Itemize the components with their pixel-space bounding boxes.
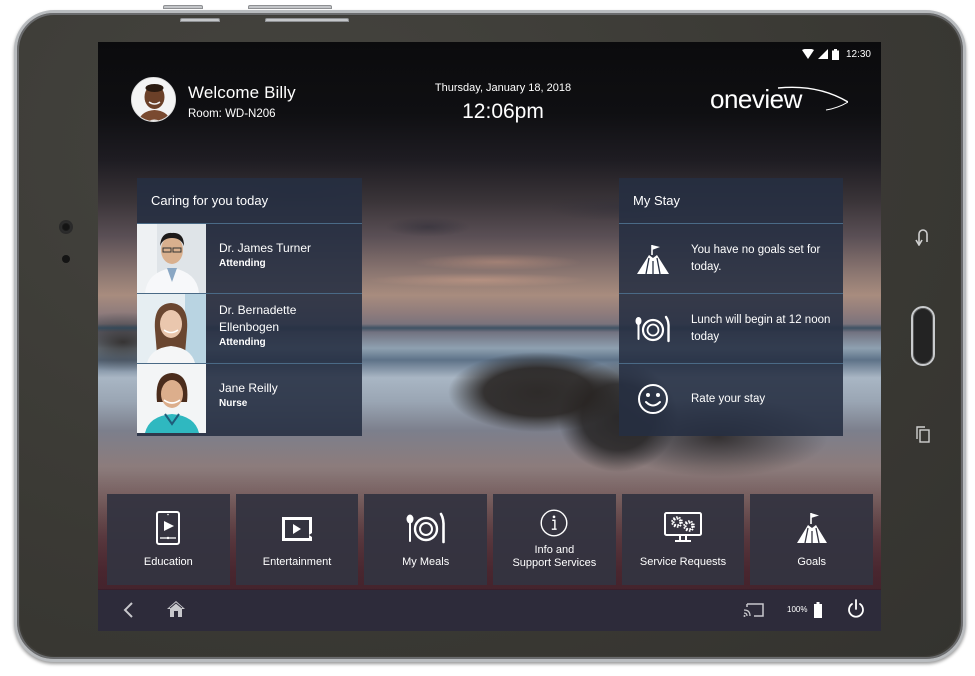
my-stay-title: My Stay [619,178,843,224]
care-member-role: Attending [219,258,266,269]
hardware-recent-apps-icon[interactable] [915,425,931,443]
cell-signal-icon [817,49,828,59]
rate-stay-item[interactable]: Rate your stay [619,364,843,434]
power-side-button[interactable] [265,18,349,22]
battery-icon [831,48,839,60]
goals-status-text: You have no goals set for today. [691,244,821,273]
tablet-play-icon [156,511,181,545]
battery-level: 100% [787,605,808,614]
service-requests-tile[interactable]: Service Requests [621,494,745,585]
room-number: Room: WD-N206 [188,108,276,120]
mountain-flag-icon [796,513,827,544]
care-member-name: Dr. James Turner [219,241,312,255]
smiley-icon [638,384,668,414]
status-bar: 12:30 [801,47,871,61]
meal-status-text: Lunch will begin at 12 noon today [691,314,831,343]
my-meals-label: My Meals [402,556,450,568]
power-icon[interactable] [846,599,866,619]
hardware-home-button[interactable] [911,306,935,366]
goals-tile[interactable]: Goals [750,494,874,585]
info-support-label: Info and Support Services [493,544,616,570]
current-date: Thursday, January 18, 2018 [434,82,572,94]
care-team-member[interactable]: Dr. James Turner Attending [137,224,362,294]
care-member-role: Attending [219,337,266,348]
patient-avatar[interactable] [131,77,176,122]
volume-button[interactable] [180,18,220,22]
nurse-photo [137,364,206,433]
welcome-message: Welcome Billy [188,83,296,102]
meal-icon [406,512,445,544]
meal-status-item[interactable]: Lunch will begin at 12 noon today [619,294,843,364]
info-support-tile[interactable]: Info and Support Services [493,494,616,585]
patient-photo [132,78,175,121]
home-icon[interactable] [166,600,186,618]
bottom-navbar: 100% [98,589,881,631]
rate-stay-text: Rate your stay [691,392,766,405]
cast-icon[interactable] [743,602,765,618]
oneview-logo: oneview [708,80,848,120]
info-support-label-line1: Info and [534,544,575,556]
info-icon [540,509,568,537]
care-member-name: Dr. Bernadette Ellenbogen [219,303,297,334]
volume-button-top[interactable] [163,5,203,9]
front-camera [61,222,71,232]
education-label: Education [143,556,193,568]
screen: 12:30 Welcome Billy Room: WD-N206 Thursd… [98,42,881,631]
doctor-photo [137,224,206,293]
care-member-role: Nurse [219,398,248,409]
video-screen-icon [282,517,312,541]
my-stay-panel: My Stay You have no goals set for today.… [619,178,843,436]
care-team-member[interactable]: Jane Reilly Nurse [137,364,362,434]
care-team-member[interactable]: Dr. Bernadette Ellenbogen Attending [137,294,362,364]
education-tile[interactable]: Education [107,494,230,585]
care-team-title: Caring for you today [137,178,362,224]
care-team-panel: Caring for you today Dr. James Turner At… [137,178,362,436]
doctor-photo [137,294,206,363]
power-button-top[interactable] [248,5,332,9]
my-meals-tile[interactable]: My Meals [364,494,488,585]
status-time: 12:30 [845,48,871,60]
entertainment-label: Entertainment [262,556,332,568]
wifi-icon [801,49,814,59]
light-sensor [62,255,70,263]
current-time: 12:06pm [462,100,544,123]
goals-label: Goals [797,556,827,568]
entertainment-tile[interactable]: Entertainment [235,494,359,585]
meal-icon [635,315,670,343]
hardware-back-icon[interactable] [915,228,931,246]
battery-icon [814,602,822,618]
main-menu-tiles: Education Entertainment My Meals Info an… [107,494,874,585]
back-icon[interactable] [122,601,136,619]
care-member-name: Jane Reilly [219,381,278,395]
goals-status-item[interactable]: You have no goals set for today. [619,224,843,294]
mountain-flag-icon [637,245,669,275]
service-requests-label: Service Requests [639,556,727,568]
gears-monitor-icon [664,512,703,542]
logo-swoosh-icon [777,86,848,111]
info-support-label-line2: Support Services [512,557,597,569]
